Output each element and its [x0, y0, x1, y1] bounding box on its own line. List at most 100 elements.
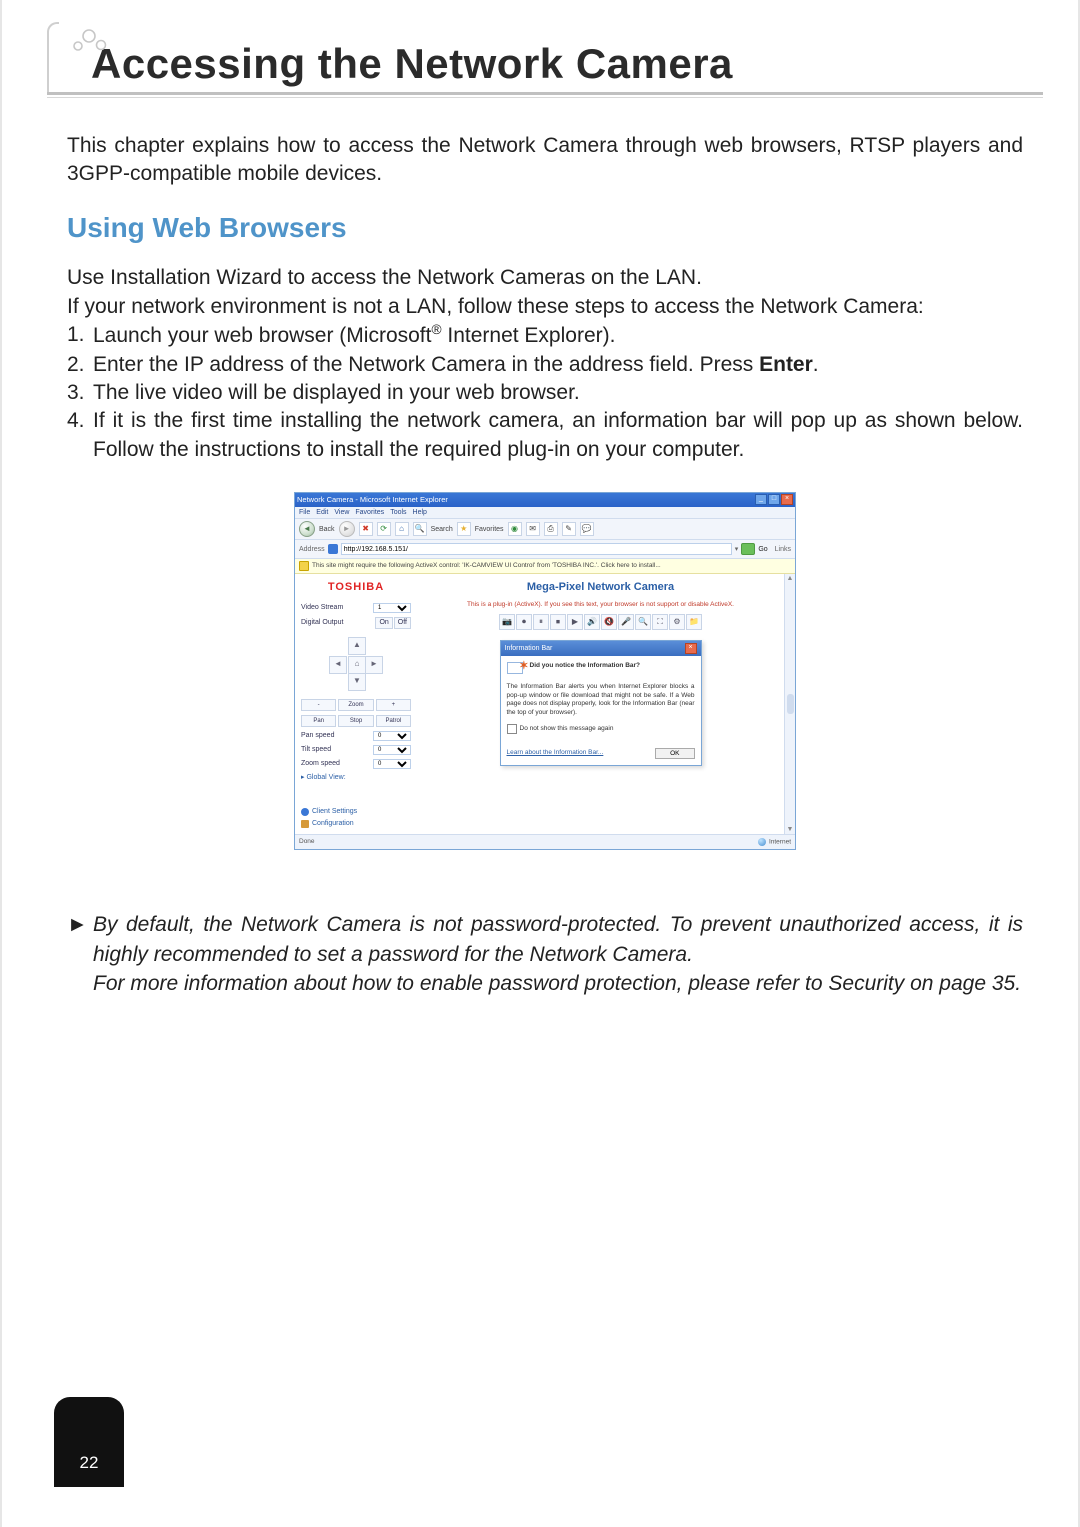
screenshot-figure: Network Camera - Microsoft Internet Expl… [67, 492, 1023, 850]
scroll-up-icon[interactable]: ▲ [787, 574, 794, 583]
checkbox-icon[interactable] [507, 724, 517, 734]
digital-output-off[interactable]: Off [394, 617, 411, 628]
search-icon[interactable]: 🔍 [413, 522, 427, 536]
menu-tools[interactable]: Tools [390, 508, 406, 517]
camera-sidebar: TOSHIBA Video Stream 1 Digital Output On [295, 574, 417, 834]
go-label: Go [758, 545, 767, 554]
settings-icon[interactable]: ⚙ [669, 614, 685, 630]
zoom-icon[interactable]: 🔍 [635, 614, 651, 630]
zoom-speed-select[interactable]: 0 [373, 759, 411, 769]
stop-button[interactable]: Stop [338, 715, 373, 727]
folder-icon[interactable]: 📁 [686, 614, 702, 630]
zoom-in[interactable]: + [376, 699, 411, 711]
dialog-close-button[interactable]: × [685, 643, 697, 654]
dpad-down[interactable]: ▼ [348, 673, 366, 691]
mail-icon[interactable]: ✉ [526, 522, 540, 536]
zoom-out[interactable]: - [301, 699, 336, 711]
pause-icon[interactable]: ⏸ [533, 614, 549, 630]
ie-window-title: Network Camera - Microsoft Internet Expl… [297, 495, 448, 505]
menu-edit[interactable]: Edit [316, 508, 328, 517]
snapshot-icon[interactable]: 📷 [499, 614, 515, 630]
learn-more-link[interactable]: Learn about the Information Bar... [507, 749, 604, 758]
volume-icon[interactable]: 🔊 [584, 614, 600, 630]
history-icon[interactable]: ◉ [508, 522, 522, 536]
status-done: Done [299, 838, 315, 845]
ie-titlebar: Network Camera - Microsoft Internet Expl… [295, 493, 795, 507]
play-icon[interactable]: ▶ [567, 614, 583, 630]
pan-button[interactable]: Pan [301, 715, 336, 727]
pre-steps-line: Use Installation Wizard to access the Ne… [67, 264, 1023, 292]
dpad-home[interactable]: ⌂ [348, 656, 366, 674]
back-button[interactable]: ◄ [299, 521, 315, 537]
step-text: Launch your web browser (Microsoft® Inte… [93, 321, 615, 350]
video-stream-select[interactable]: 1 [373, 603, 411, 613]
dialog-heading: Did you notice the Information Bar? [530, 662, 641, 680]
stop-icon[interactable]: ✖ [359, 522, 373, 536]
print-icon[interactable]: ⎙ [544, 522, 558, 536]
note-block: ► By default, the Network Camera is not … [67, 910, 1023, 998]
scroll-thumb[interactable] [787, 694, 794, 714]
dialog-body-text: The Information Bar alerts you when Inte… [507, 683, 695, 718]
menu-file[interactable]: File [299, 508, 310, 517]
step-number: 3. [67, 379, 93, 407]
discuss-icon[interactable]: 💬 [580, 522, 594, 536]
close-button[interactable]: × [781, 494, 793, 505]
step-text: The live video will be displayed in your… [93, 379, 580, 407]
mute-icon[interactable]: 🔇 [601, 614, 617, 630]
stop-icon[interactable]: ⏹ [550, 614, 566, 630]
dpad-right[interactable]: ► [365, 656, 383, 674]
dialog-checkbox-label: Do not show this message again [520, 725, 614, 734]
dpad-up[interactable]: ▲ [348, 637, 366, 655]
step-1: 1. Launch your web browser (Microsoft® I… [67, 321, 1023, 350]
ie-information-bar[interactable]: This site might require the following Ac… [295, 559, 795, 574]
scroll-down-icon[interactable]: ▼ [787, 825, 794, 834]
dialog-title: Information Bar [505, 644, 553, 653]
mic-icon[interactable]: 🎤 [618, 614, 634, 630]
digital-output-label: Digital Output [301, 618, 343, 627]
client-settings-link[interactable]: Client Settings [301, 807, 411, 816]
title-corner-decoration [47, 22, 59, 94]
page-number-tab: 22 [54, 1397, 124, 1487]
video-toolbar: 📷 ⏺ ⏸ ⏹ ▶ 🔊 🔇 🎤 🔍 ⛶ [425, 614, 776, 630]
global-view-toggle[interactable]: ▸ Global View: [301, 773, 411, 782]
maximize-button[interactable]: □ [768, 494, 780, 505]
digital-output-row: Digital Output On Off [301, 617, 411, 628]
configuration-link[interactable]: Configuration [301, 819, 411, 828]
dialog-checkbox-row[interactable]: Do not show this message again [507, 724, 695, 734]
note-text: By default, the Network Camera is not pa… [93, 910, 1023, 998]
pre-steps-text: Use Installation Wizard to access the Ne… [67, 264, 1023, 321]
menu-view[interactable]: View [334, 508, 349, 517]
ie-scrollbar[interactable]: ▲ ▼ [784, 574, 795, 834]
video-stream-label: Video Stream [301, 603, 343, 612]
links-label[interactable]: Links [775, 545, 791, 554]
dialog-body: ✶ Did you notice the Information Bar? Th… [501, 656, 701, 744]
minimize-button[interactable]: _ [755, 494, 767, 505]
go-button[interactable] [741, 543, 755, 555]
page: Accessing the Network Camera This chapte… [0, 0, 1080, 1527]
menu-favorites[interactable]: Favorites [355, 508, 384, 517]
dialog-footer: Learn about the Information Bar... OK [501, 744, 701, 765]
refresh-icon[interactable]: ⟳ [377, 522, 391, 536]
favorites-icon[interactable]: ★ [457, 522, 471, 536]
plugin-warning: This is a plug-in (ActiveX). If you see … [425, 601, 776, 610]
step-number: 2. [67, 351, 93, 379]
ie-toolbar: ◄ Back ► ✖ ⟳ ⌂ 🔍 Search ★ Favorites ◉ ✉ … [295, 519, 795, 540]
infobar-popup-icon: ✶ [507, 662, 525, 680]
edit-icon[interactable]: ✎ [562, 522, 576, 536]
record-icon[interactable]: ⏺ [516, 614, 532, 630]
ok-button[interactable]: OK [655, 748, 694, 759]
address-input[interactable] [341, 543, 732, 555]
fullscreen-icon[interactable]: ⛶ [652, 614, 668, 630]
zoom-row: - Zoom + [301, 699, 411, 711]
dpad-left[interactable]: ◄ [329, 656, 347, 674]
forward-button[interactable]: ► [339, 521, 355, 537]
step-text: If it is the first time installing the n… [93, 407, 1023, 464]
patrol-button[interactable]: Patrol [376, 715, 411, 727]
favorites-label: Favorites [475, 525, 504, 534]
video-stream-row: Video Stream 1 [301, 603, 411, 613]
menu-help[interactable]: Help [413, 508, 427, 517]
pan-speed-select[interactable]: 0 [373, 731, 411, 741]
tilt-speed-select[interactable]: 0 [373, 745, 411, 755]
home-icon[interactable]: ⌂ [395, 522, 409, 536]
digital-output-on[interactable]: On [375, 617, 392, 628]
